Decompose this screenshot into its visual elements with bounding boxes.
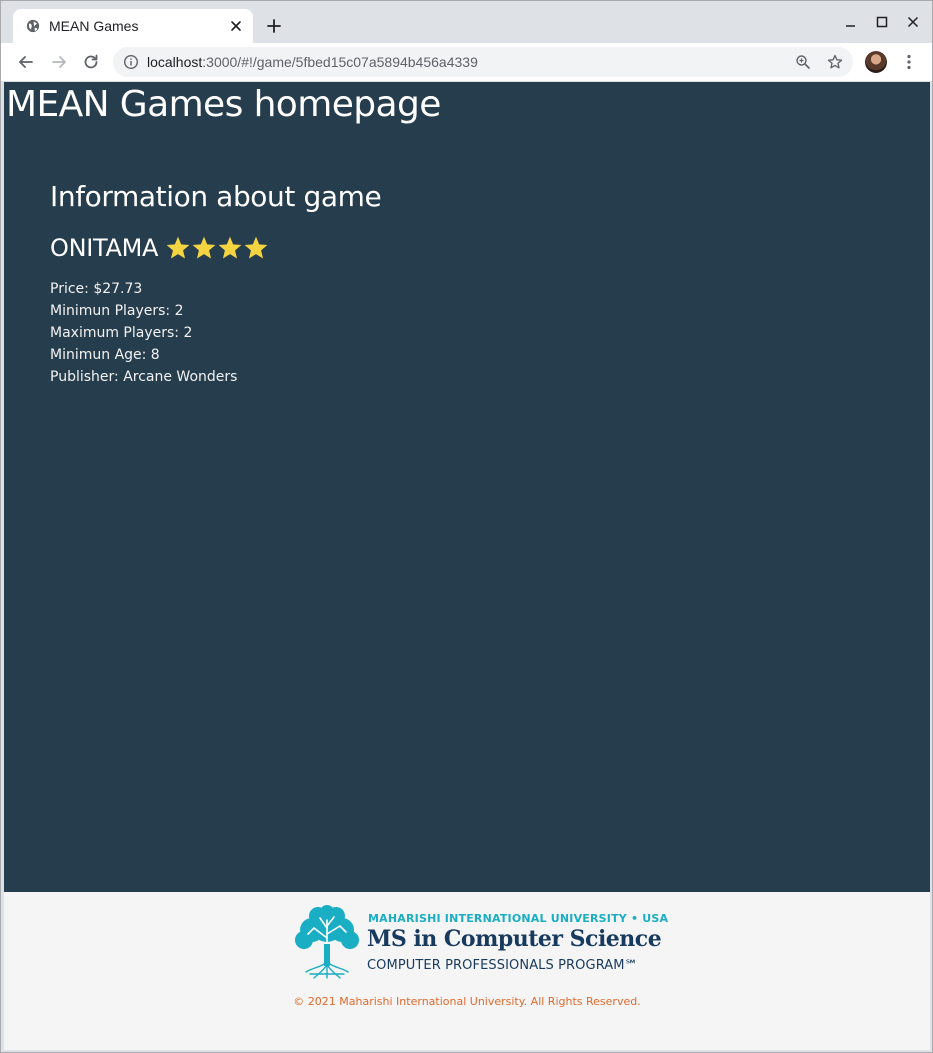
game-detail-line: Publisher: Arcane Wonders [50,369,238,385]
star-icon [218,236,242,259]
game-title-row: ONITAMA [50,234,269,262]
address-bar[interactable]: localhost:3000/#!/game/5fbed15c07a5894b4… [113,47,853,77]
star-icon [244,236,268,259]
minimize-icon[interactable] [842,13,860,31]
forward-arrow-icon[interactable] [49,52,69,72]
plus-icon[interactable] [265,17,283,35]
browser-window: MEAN Games localhost:3000/#!/game/5fbed1… [0,0,933,1053]
tab-title: MEAN Games [49,18,139,34]
url-text[interactable]: localhost:3000/#!/game/5fbed15c07a5894b4… [147,54,478,70]
game-details: Price: $27.73 Minimun Players: 2 Maximum P… [50,278,237,388]
browser-tab[interactable]: MEAN Games [13,9,253,43]
close-window-icon[interactable] [904,13,922,31]
kebab-menu-icon[interactable] [899,52,919,72]
main-content: MEAN Games homepage Information about ga… [4,82,930,892]
game-detail-line: Minimun Players: 2 [50,303,184,319]
star-icon [166,236,190,259]
game-detail-line: Minimun Age: 8 [50,347,160,363]
close-icon[interactable] [228,18,244,34]
reload-icon[interactable] [81,52,101,72]
url-host: localhost [147,54,203,70]
star-icon [192,236,216,259]
browser-toolbar: localhost:3000/#!/game/5fbed15c07a5894b4… [1,43,932,82]
profile-avatar[interactable] [865,51,887,73]
rating-stars [165,235,269,261]
section-title: Information about game [50,180,382,213]
game-detail-line: Maximum Players: 2 [50,325,193,341]
university-logo: MAHARISHI INTERNATIONAL UNIVERSITY • USA… [290,904,668,982]
globe-icon [26,19,40,33]
back-arrow-icon[interactable] [16,52,36,72]
game-detail-line: Price: $27.73 [50,281,143,297]
copyright-text: © 2021 Maharishi International Universit… [293,995,641,1008]
zoom-icon[interactable] [795,54,811,70]
url-path: :3000/#!/game/5fbed15c07a5894b456a4339 [202,54,478,70]
site-title: MEAN Games homepage [6,84,441,125]
tree-icon [295,905,359,979]
game-name: ONITAMA [50,234,159,262]
footer: MAHARISHI INTERNATIONAL UNIVERSITY • USA… [4,892,930,1050]
star-outline-icon[interactable] [827,54,843,70]
logo-university-text: MAHARISHI INTERNATIONAL UNIVERSITY • USA [368,912,669,925]
logo-subtitle-text: COMPUTER PROFESSIONALS PROGRAM℠ [367,958,638,973]
logo-program-text: MS in Computer Science [367,926,662,952]
maximize-icon[interactable] [873,13,891,31]
tab-strip: MEAN Games [1,1,932,43]
web-page: MEAN Games homepage Information about ga… [4,82,930,1050]
info-icon[interactable] [123,54,139,70]
